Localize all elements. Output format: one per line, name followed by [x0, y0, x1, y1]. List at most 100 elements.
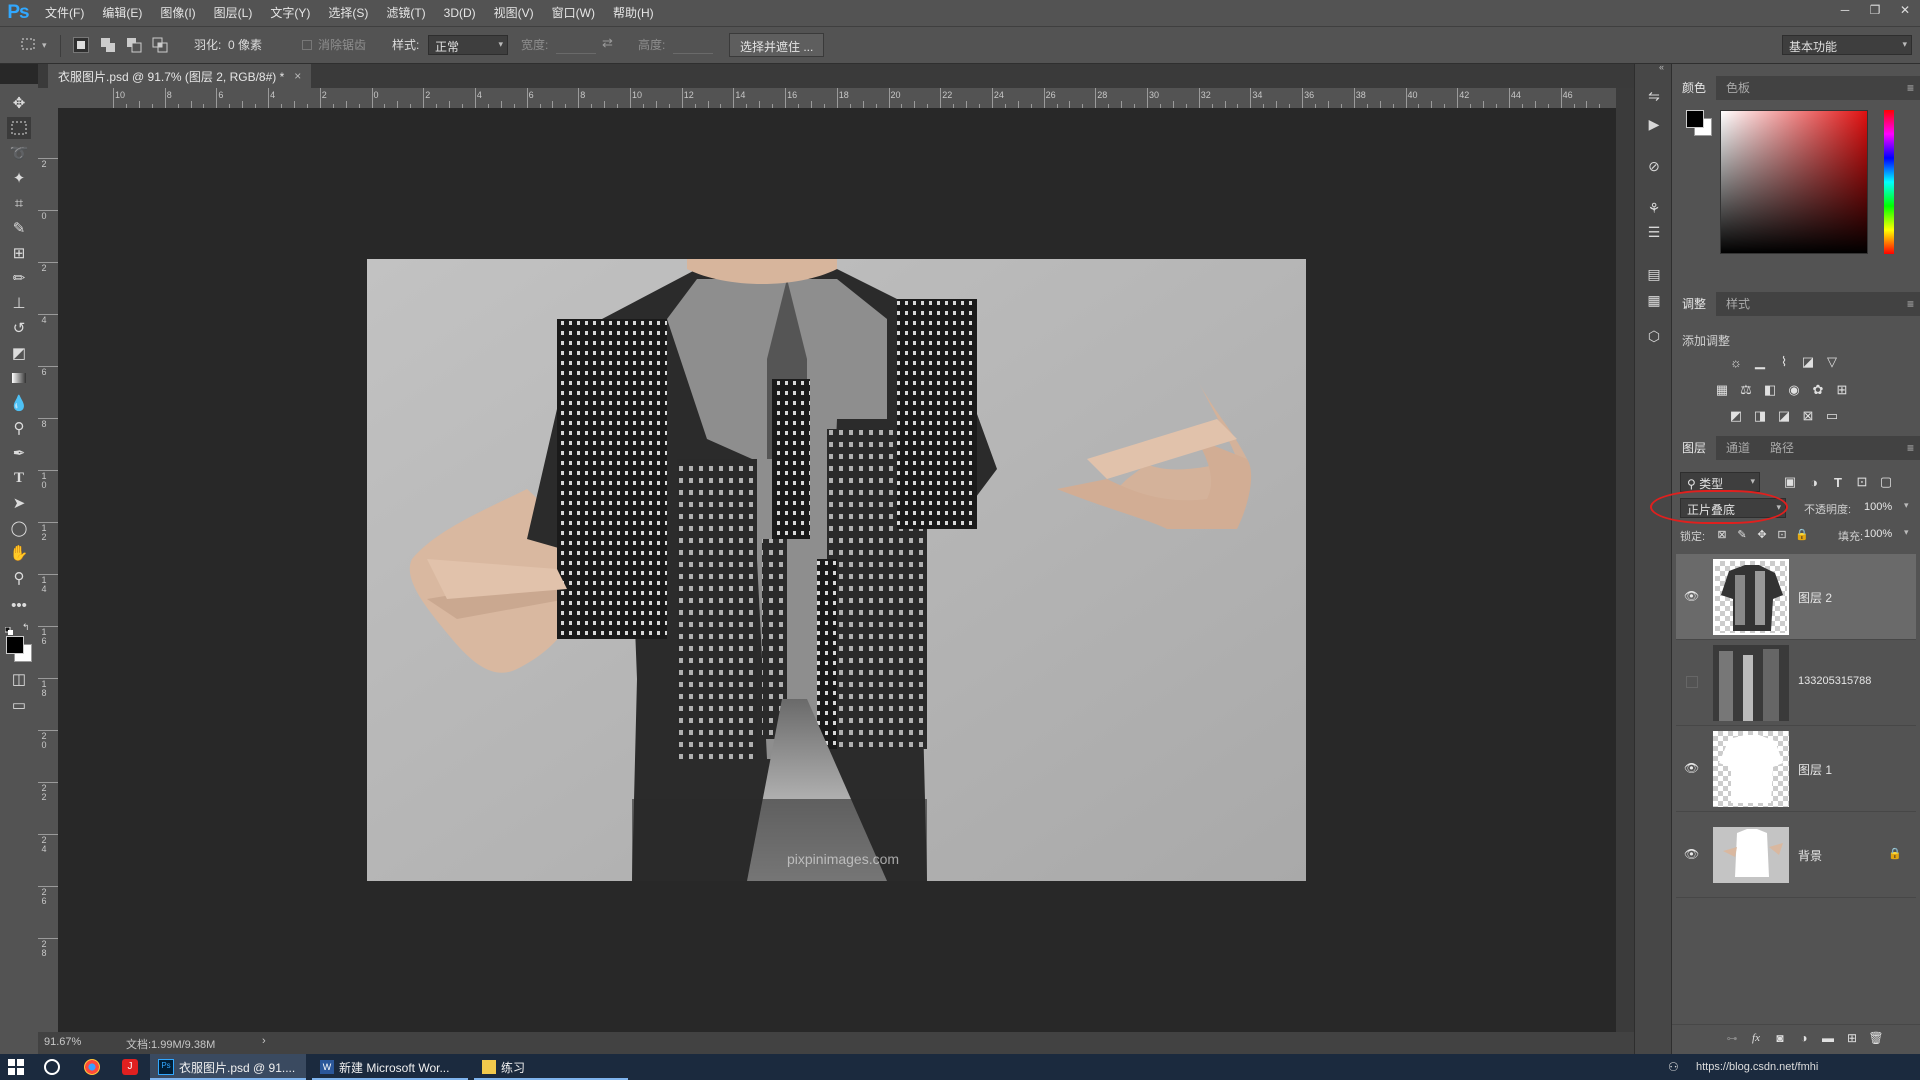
lasso-tool-icon[interactable]: ➰: [7, 142, 31, 164]
filter-adjustment-icon[interactable]: ◑: [1806, 474, 1822, 490]
filter-type-icon[interactable]: T: [1830, 474, 1846, 490]
marquee-tool-preset-icon[interactable]: [20, 36, 38, 52]
menu-window[interactable]: 窗口(W): [543, 0, 604, 26]
cortana-search-icon[interactable]: [44, 1054, 60, 1080]
move-tool-icon[interactable]: ✥: [7, 92, 31, 114]
history-brush-tool-icon[interactable]: ↺: [7, 317, 31, 339]
fill-value[interactable]: 100%: [1864, 528, 1892, 540]
layer-comps-panel-icon[interactable]: ▤: [1644, 264, 1664, 284]
healing-brush-tool-icon[interactable]: ⊞: [7, 242, 31, 264]
people-icon[interactable]: ⚇: [1668, 1054, 1679, 1080]
brush-tool-icon[interactable]: ✏: [7, 267, 31, 289]
brightness-icon[interactable]: ☼: [1728, 354, 1744, 370]
threshold-icon[interactable]: ◪: [1776, 408, 1792, 424]
magic-wand-tool-icon[interactable]: ✦: [7, 167, 31, 189]
lock-position-icon[interactable]: ✥: [1754, 526, 1770, 542]
exposure-icon[interactable]: ◪: [1800, 354, 1816, 370]
workspace-select[interactable]: 基本功能 ▾: [1782, 35, 1912, 55]
start-icon[interactable]: [8, 1054, 24, 1080]
chevron-down-icon[interactable]: ▾: [42, 40, 47, 51]
height-input[interactable]: [673, 37, 713, 54]
taskbar-folder[interactable]: 练习: [474, 1054, 628, 1080]
menu-type[interactable]: 文字(Y): [261, 0, 319, 26]
brush-settings-panel-icon[interactable]: ⊘: [1644, 156, 1664, 176]
tab-color[interactable]: 颜色: [1672, 76, 1717, 100]
3d-panel-icon[interactable]: ⬡: [1644, 326, 1664, 346]
menu-image[interactable]: 图像(I): [151, 0, 204, 26]
tab-layers[interactable]: 图层: [1672, 436, 1717, 460]
close-icon[interactable]: ✕: [1890, 0, 1920, 20]
collapse-arrows-icon[interactable]: «: [1659, 62, 1664, 72]
zoom-level[interactable]: 91.67%: [44, 1036, 81, 1048]
filter-shape-icon[interactable]: ⊡: [1854, 474, 1870, 490]
more-tools-icon[interactable]: •••: [7, 594, 31, 616]
blur-tool-icon[interactable]: 💧: [7, 392, 31, 414]
menu-help[interactable]: 帮助(H): [604, 0, 663, 26]
screen-mode-icon[interactable]: ▭: [7, 694, 31, 716]
type-tool-icon[interactable]: T: [7, 467, 31, 489]
menu-3d[interactable]: 3D(D): [435, 0, 485, 26]
vertical-scrollbar[interactable]: [1616, 88, 1634, 1032]
layer-row[interactable]: 👁 背景 🔒: [1676, 812, 1916, 898]
notes-panel-icon[interactable]: ▦: [1644, 290, 1664, 310]
dodge-tool-icon[interactable]: ⚲: [7, 417, 31, 439]
clone-stamp-tool-icon[interactable]: ⊥: [7, 292, 31, 314]
color-field[interactable]: [1720, 110, 1868, 254]
layer-row[interactable]: 👁 图层 2: [1676, 554, 1916, 640]
invert-icon[interactable]: ◩: [1728, 408, 1744, 424]
layer-filter-select[interactable]: ⚲ 类型 ▾: [1680, 472, 1760, 492]
taskbar-word[interactable]: W 新建 Microsoft Wor...: [312, 1054, 468, 1080]
curves-icon[interactable]: ⌇: [1776, 354, 1792, 370]
visibility-toggle-hidden[interactable]: [1686, 676, 1698, 688]
hue-saturation-icon[interactable]: ▦: [1714, 382, 1730, 398]
channel-mixer-icon[interactable]: ✿: [1810, 382, 1826, 398]
panel-menu-icon[interactable]: ≡: [1907, 297, 1914, 311]
swap-colors-icon[interactable]: ↰: [22, 622, 30, 633]
tab-channels[interactable]: 通道: [1716, 436, 1760, 460]
document-canvas[interactable]: pixpinimages.com: [367, 259, 1306, 881]
color-lookup-icon[interactable]: ⊞: [1834, 382, 1850, 398]
horizontal-ruler[interactable]: 10 8 6 4 2 0 2 4 6 8 10 12 14 16 18 20 22 24 26 28 30 32 34 36 3…: [58, 88, 1616, 108]
menu-view[interactable]: 视图(V): [485, 0, 543, 26]
app-icon[interactable]: J: [122, 1054, 138, 1080]
panel-menu-icon[interactable]: ≡: [1907, 441, 1914, 455]
rectangular-marquee-tool-icon[interactable]: [7, 117, 31, 139]
vertical-ruler[interactable]: 20246810121416182022242628: [38, 108, 58, 1032]
ellipse-tool-icon[interactable]: ◯: [7, 517, 31, 539]
fx-icon[interactable]: fx: [1748, 1030, 1764, 1046]
status-menu-arrow-icon[interactable]: ›: [262, 1035, 266, 1047]
delete-layer-icon[interactable]: 🗑: [1868, 1030, 1884, 1046]
visibility-eye-icon[interactable]: 👁: [1684, 847, 1700, 861]
tool-presets-panel-icon[interactable]: ⚘: [1644, 198, 1664, 218]
width-input[interactable]: [556, 37, 596, 54]
ruler-origin[interactable]: [38, 88, 58, 108]
eyedropper-tool-icon[interactable]: ✎: [7, 217, 31, 239]
new-selection-icon[interactable]: [73, 37, 89, 53]
new-layer-icon[interactable]: ⊞: [1844, 1030, 1860, 1046]
color-panel-fg-swatch[interactable]: [1686, 110, 1704, 128]
gradient-map-icon[interactable]: ▭: [1824, 408, 1840, 424]
taskbar-photoshop[interactable]: Ps 衣服图片.psd @ 91....: [150, 1054, 306, 1080]
tab-paths[interactable]: 路径: [1760, 436, 1804, 460]
antialias-checkbox[interactable]: [302, 40, 312, 50]
link-layers-icon[interactable]: ⊶: [1724, 1030, 1740, 1046]
tab-swatches[interactable]: 色板: [1716, 76, 1760, 100]
vibrance-icon[interactable]: ▽: [1824, 354, 1840, 370]
restore-icon[interactable]: ❐: [1860, 0, 1890, 20]
menu-layer[interactable]: 图层(L): [205, 0, 262, 26]
actions-panel-icon[interactable]: ▶: [1644, 114, 1664, 134]
feather-input[interactable]: 0 像素: [228, 36, 262, 53]
layer-row[interactable]: 👁 图层 1: [1676, 726, 1916, 812]
eraser-tool-icon[interactable]: ◩: [7, 342, 31, 364]
swap-icon[interactable]: ⇄: [602, 35, 613, 51]
lock-artboard-icon[interactable]: ⊡: [1774, 526, 1790, 542]
lock-pixels-icon[interactable]: ✎: [1734, 526, 1750, 542]
properties-panel-icon[interactable]: ☰: [1644, 222, 1664, 242]
adjustment-layer-icon[interactable]: ◑: [1796, 1030, 1812, 1046]
menu-select[interactable]: 选择(S): [319, 0, 377, 26]
chevron-down-icon[interactable]: ▾: [1904, 500, 1909, 511]
zoom-tool-icon[interactable]: ⚲: [7, 567, 31, 589]
menu-filter[interactable]: 滤镜(T): [377, 0, 434, 26]
path-selection-tool-icon[interactable]: ➤: [7, 492, 31, 514]
new-group-icon[interactable]: ▬: [1820, 1030, 1836, 1046]
